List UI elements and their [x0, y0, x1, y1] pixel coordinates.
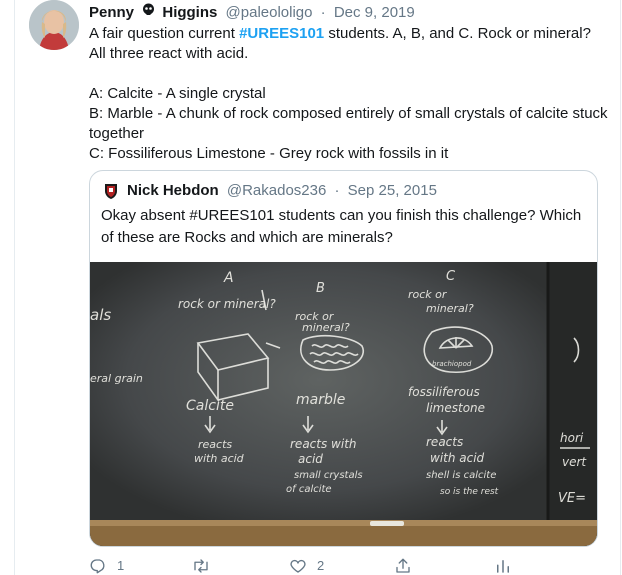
tweet-date[interactable]: Dec 9, 2019	[334, 4, 415, 21]
reply-icon	[89, 557, 107, 575]
quoted-tweet-header: Nick Hebdon @Rakados236 · Sep 25, 2015	[101, 181, 437, 201]
chalk-right-2: vert	[562, 455, 587, 469]
tweet-line-b: B: Marble - A chunk of rock composed ent…	[89, 105, 608, 142]
chalk-react-b-3: small crystals	[294, 470, 363, 481]
chalk-react-a-2: with acid	[194, 452, 245, 465]
chalk-label-c: C	[446, 269, 456, 284]
like-count: 2	[317, 558, 325, 573]
quoted-author-handle[interactable]: @Rakados236	[227, 182, 326, 199]
skull-icon	[142, 2, 155, 22]
header-separator: ·	[320, 3, 326, 21]
quoted-author-avatar[interactable]	[101, 181, 121, 201]
timeline-right-border	[620, 0, 621, 575]
chalk-react-c-3: shell is calcite	[426, 470, 496, 481]
author-name[interactable]: Penny	[89, 4, 134, 21]
hashtag-link[interactable]: #UREES101	[239, 25, 324, 42]
tweet-actions: 1 2	[89, 556, 519, 575]
like-button[interactable]: 2	[289, 556, 324, 575]
chalk-react-c-4: so is the rest	[440, 487, 499, 497]
timeline-left-border	[14, 0, 15, 575]
chalk-react-a-1: reacts	[198, 438, 232, 451]
quoted-tweet-text: Okay absent #UREES101 students can you f…	[101, 207, 582, 246]
quoted-tweet-photo[interactable]: A B C rock or mineral? rock or mineral? …	[90, 262, 597, 546]
chalk-question-a: rock or mineral?	[178, 297, 276, 311]
chalk-label-b: B	[316, 281, 325, 296]
chalk-right-3: VE=	[558, 491, 586, 506]
share-icon	[394, 557, 412, 575]
chalk-name-b: marble	[296, 392, 345, 408]
chalk-right-1: hori	[560, 431, 584, 445]
share-button[interactable]	[394, 556, 412, 575]
chalk-name-c-1: fossiliferous	[408, 385, 480, 399]
analytics-button[interactable]	[494, 556, 512, 575]
heart-icon	[289, 557, 307, 575]
avatar-photo	[29, 0, 79, 50]
author-name-part-2[interactable]: Higgins	[162, 4, 217, 21]
tweet[interactable]: Penny Higgins @paleololigo · Dec 9, 2019…	[0, 0, 622, 575]
chalk-brachiopod: brachiopod	[432, 360, 472, 368]
chalkboard-image: A B C rock or mineral? rock or mineral? …	[90, 262, 597, 546]
chalk-name-c-2: limestone	[426, 401, 485, 415]
chalk-react-c-1: reacts	[426, 435, 463, 449]
reply-count: 1	[117, 558, 125, 573]
quoted-tweet-date[interactable]: Sep 25, 2015	[348, 182, 437, 199]
reply-button[interactable]: 1	[89, 556, 124, 575]
quoted-author-name[interactable]: Nick Hebdon	[127, 182, 219, 199]
chalk-question-b-2: mineral?	[302, 321, 350, 334]
chalk-question-c-2: mineral?	[426, 302, 474, 315]
shield-crest-icon	[101, 181, 121, 201]
quoted-tweet[interactable]: Nick Hebdon @Rakados236 · Sep 25, 2015 O…	[89, 170, 598, 547]
tweet-line-a: A: Calcite - A single crystal	[89, 85, 266, 102]
author-avatar[interactable]	[29, 0, 79, 50]
chalk-name-a: Calcite	[186, 398, 234, 414]
author-handle[interactable]: @paleololigo	[226, 4, 313, 21]
tweet-line-c: C: Fossiliferous Limestone - Grey rock w…	[89, 145, 449, 162]
tweet-text-lead: A fair question current	[89, 25, 240, 42]
chalk-question-c-1: rock or	[408, 288, 448, 301]
chalk-edge-als: als	[90, 306, 111, 324]
chalk-edge-grain: eral grain	[90, 372, 143, 385]
retweet-button[interactable]	[191, 556, 221, 575]
tweet-header: Penny Higgins @paleololigo · Dec 9, 2019	[89, 2, 415, 22]
chalk-react-b-2: acid	[298, 452, 323, 466]
retweet-icon	[191, 557, 211, 575]
chalk-label-a: A	[223, 270, 234, 286]
tweet-text: A fair question current #UREES101 studen…	[89, 24, 609, 164]
analytics-icon	[494, 557, 512, 575]
tweet-paragraph-1: A fair question current #UREES101 studen…	[89, 24, 609, 64]
chalk-react-c-2: with acid	[430, 451, 485, 465]
quoted-header-separator: ·	[334, 182, 340, 199]
chalk-react-b-1: reacts with	[290, 437, 357, 451]
chalk-react-b-4: of calcite	[286, 484, 332, 495]
